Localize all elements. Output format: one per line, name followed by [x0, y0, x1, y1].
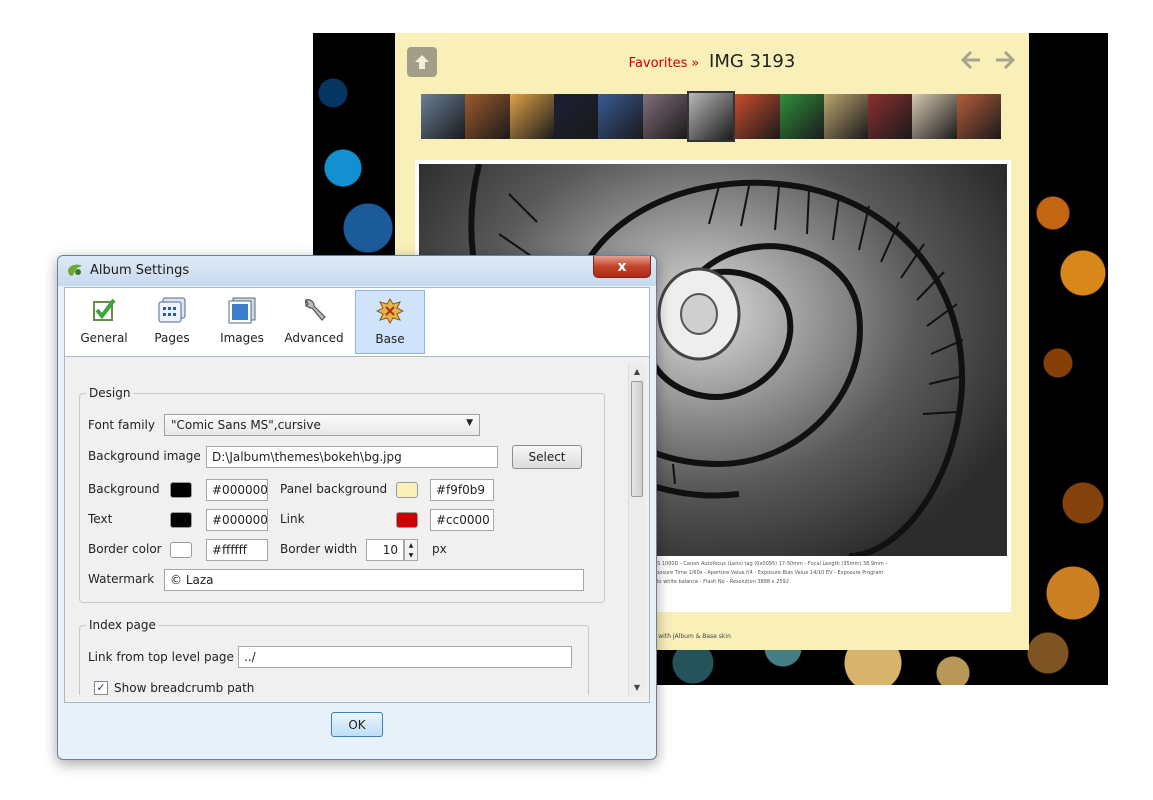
tab-pages[interactable]: Pages: [137, 290, 207, 354]
border-color-field[interactable]: #ffffff: [206, 539, 268, 561]
spinner-down-icon[interactable]: ▼: [409, 552, 414, 559]
pages-icon: [158, 297, 186, 323]
thumbnail[interactable]: [823, 94, 869, 139]
font-family-value: "Comic Sans MS",cursive: [171, 418, 321, 432]
thumbnail[interactable]: [735, 94, 780, 139]
index-page-group: Index page Link from top level page ../ …: [79, 618, 589, 695]
breadcrumb-separator: »: [691, 56, 700, 71]
border-width-label: Border width: [280, 542, 358, 556]
breadcrumb: Favorites » IMG 3193: [395, 51, 1029, 72]
border-color-swatch[interactable]: [170, 542, 192, 558]
scroll-up-icon[interactable]: ▲: [629, 363, 645, 379]
settings-content: Design Font family "Comic Sans MS",cursi…: [64, 356, 650, 703]
background-image-field[interactable]: D:\Jalbum\themes\bokeh\bg.jpg: [206, 446, 498, 468]
show-breadcrumb-label: Show breadcrumb path: [114, 681, 255, 695]
ok-button[interactable]: OK: [331, 712, 383, 737]
thumbnail[interactable]: [421, 94, 466, 139]
settings-tabbar: General Pages Images Advanced Base: [64, 287, 650, 356]
caption-line: Auto white balance - Flash No - Resoluti…: [650, 579, 789, 585]
border-color-label: Border color: [88, 542, 162, 556]
panel-background-label: Panel background: [280, 482, 388, 496]
thumbnail[interactable]: [553, 94, 599, 139]
font-family-label: Font family: [88, 418, 155, 432]
title-bar[interactable]: Album Settings x: [58, 256, 656, 286]
tab-base-label: Base: [375, 332, 405, 346]
caption-line: EOS 1000D - Canon Autofocus (Lens) tag (…: [650, 561, 888, 567]
thumbnail[interactable]: [509, 94, 554, 139]
border-width-unit: px: [432, 542, 447, 556]
wrench-icon: [305, 299, 326, 321]
chevron-down-icon: ▼: [466, 418, 473, 428]
images-icon: [228, 297, 256, 324]
tab-advanced-label: Advanced: [284, 331, 344, 345]
previous-arrow-icon[interactable]: [959, 49, 983, 71]
thumbnail-strip: [421, 91, 1002, 142]
tab-images[interactable]: Images: [207, 290, 277, 354]
design-legend: Design: [86, 386, 134, 400]
settings-scroll-area: Design Font family "Comic Sans MS",cursi…: [79, 365, 619, 695]
thumbnail[interactable]: [779, 94, 824, 139]
base-skin-icon: [376, 298, 404, 324]
close-button[interactable]: x: [593, 256, 651, 278]
link-color-label: Link: [280, 512, 305, 526]
show-breadcrumb-checkbox[interactable]: ✓: [94, 681, 108, 695]
design-group: Design Font family "Comic Sans MS",cursi…: [79, 386, 605, 603]
album-settings-dialog: Album Settings x General Pages Images Ad…: [57, 255, 657, 760]
tab-base[interactable]: Base: [355, 290, 425, 354]
link-from-top-label: Link from top level page: [88, 650, 234, 664]
border-width-spinner[interactable]: ▲ ▼: [404, 539, 418, 561]
jalbum-logo-icon: [68, 264, 82, 276]
general-icon: [93, 298, 116, 321]
photo-exif-caption: EOS 1000D - Canon Autofocus (Lens) tag (…: [650, 560, 1000, 604]
thumbnail[interactable]: [686, 91, 736, 142]
nav-arrows: [959, 49, 1017, 71]
breadcrumb-favorites[interactable]: Favorites: [629, 56, 688, 71]
dialog-footer: OK: [58, 703, 656, 759]
tab-pages-label: Pages: [154, 331, 190, 345]
text-color-field[interactable]: #000000: [206, 509, 268, 531]
image-title: IMG 3193: [709, 51, 796, 72]
panel-background-field[interactable]: #f9f0b9: [430, 479, 494, 501]
link-from-top-field[interactable]: ../: [238, 646, 572, 668]
background-color-swatch[interactable]: [170, 482, 192, 498]
background-label: Background: [88, 482, 160, 496]
thumbnail[interactable]: [956, 94, 1002, 139]
index-page-legend: Index page: [86, 618, 159, 632]
thumbnail[interactable]: [868, 94, 913, 139]
tab-images-label: Images: [220, 331, 264, 345]
next-arrow-icon[interactable]: [993, 49, 1017, 71]
thumbnail[interactable]: [465, 94, 510, 139]
spinner-up-icon[interactable]: ▲: [409, 542, 414, 549]
font-family-select[interactable]: "Comic Sans MS",cursive ▼: [164, 414, 480, 436]
select-button[interactable]: Select: [512, 445, 582, 469]
thumbnail[interactable]: [598, 94, 643, 139]
scroll-thumb[interactable]: [631, 381, 643, 497]
background-image-label: Background image: [88, 449, 201, 463]
vertical-scrollbar[interactable]: ▲ ▼: [628, 363, 645, 695]
tab-advanced[interactable]: Advanced: [279, 290, 349, 354]
scroll-down-icon[interactable]: ▼: [629, 679, 645, 695]
border-width-field[interactable]: 10: [366, 539, 404, 561]
link-color-field[interactable]: #cc0000: [430, 509, 494, 531]
tab-general[interactable]: General: [69, 290, 139, 354]
thumbnail[interactable]: [642, 94, 687, 139]
caption-line: Exposure Time 1/60s - Aperture Value f/4…: [650, 570, 884, 576]
text-color-label: Text: [88, 512, 113, 526]
thumbnail[interactable]: [912, 94, 957, 139]
panel-background-swatch[interactable]: [396, 482, 418, 498]
close-icon: x: [617, 258, 627, 275]
text-color-swatch[interactable]: [170, 512, 192, 528]
tab-general-label: General: [80, 331, 128, 345]
watermark-field[interactable]: © Laza: [164, 569, 584, 591]
background-color-field[interactable]: #000000: [206, 479, 268, 501]
link-color-swatch[interactable]: [396, 512, 418, 528]
dialog-title: Album Settings: [90, 263, 190, 278]
watermark-label: Watermark: [88, 572, 155, 586]
